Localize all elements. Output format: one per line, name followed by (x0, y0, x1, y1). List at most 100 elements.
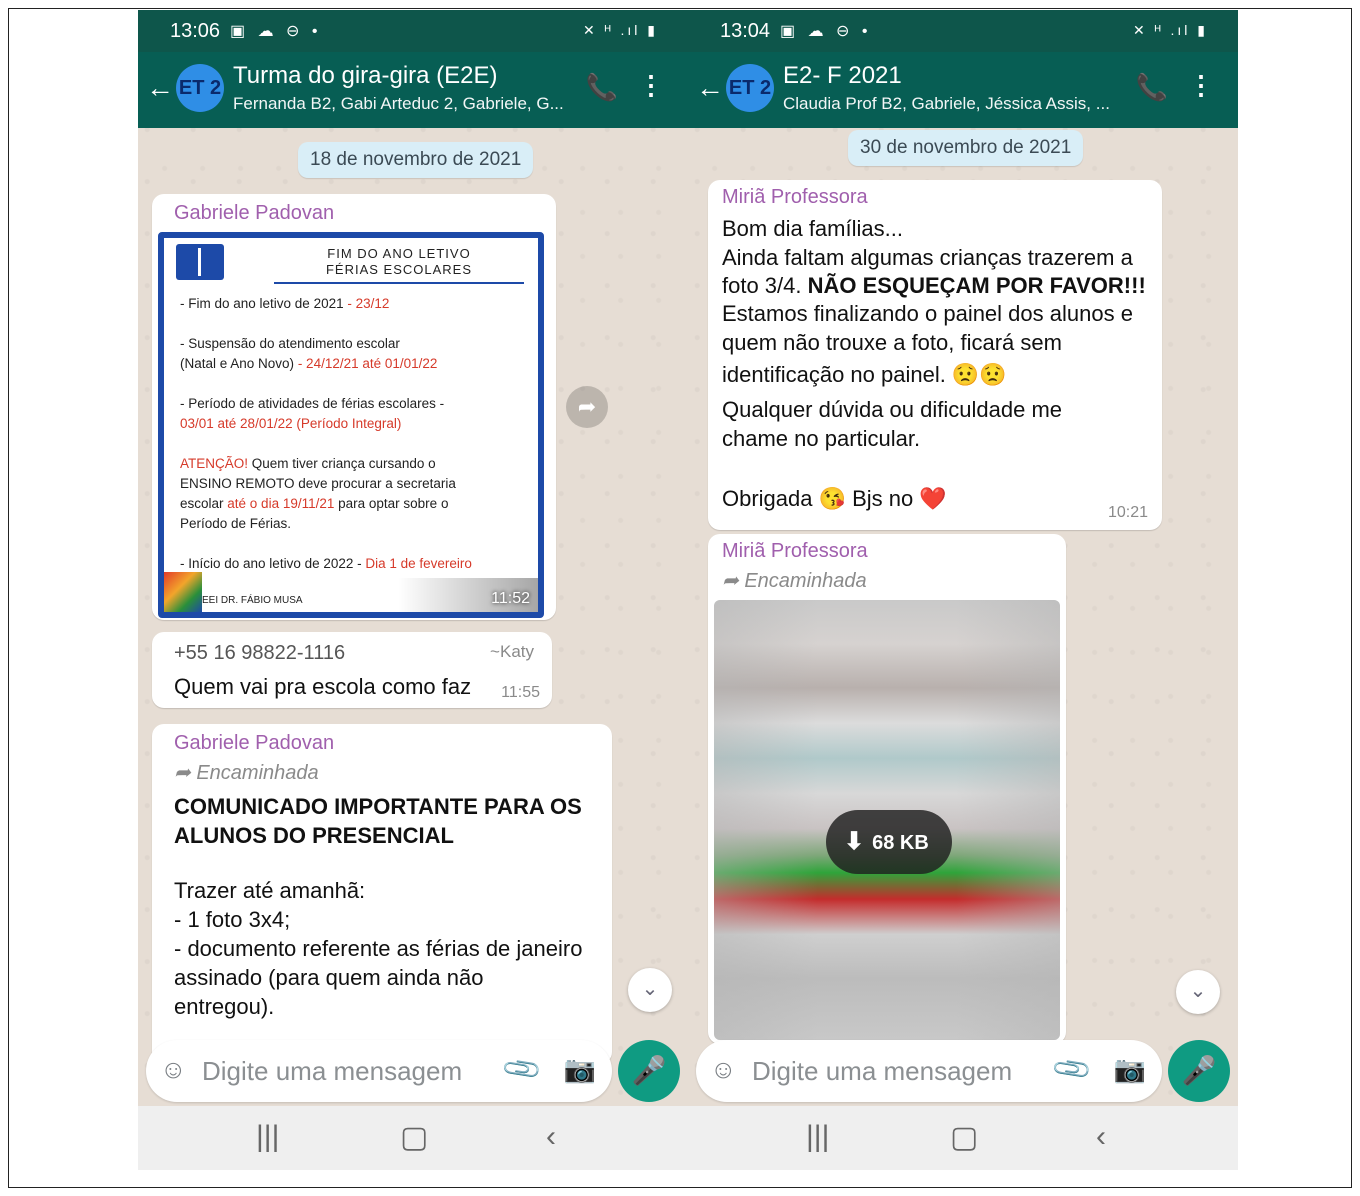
message-line: chame no particular. (722, 426, 921, 451)
message-time: 11:55 (501, 684, 540, 701)
poster-title-line: FÉRIAS ESCOLARES (325, 262, 473, 277)
status-icons-right: ✕ ᴴ .ıl ▮ (1133, 22, 1208, 38)
chat-title[interactable]: E2- F 2021 (783, 62, 902, 90)
poster-line: - Início do ano letivo de 2022 - Dia 1 d… (180, 556, 472, 571)
back-arrow-icon[interactable]: ← (696, 72, 724, 104)
message-line: foto 3/4. NÃO ESQUEÇAM POR FAVOR!!! (722, 273, 1146, 298)
avatar-label: ET 2 (178, 77, 222, 99)
chat-title[interactable]: Turma do gira-gira (E2E) (233, 62, 498, 90)
home-icon[interactable]: ▢ (950, 1120, 978, 1155)
message-line: Ainda faltam algumas crianças trazerem a (722, 245, 1133, 270)
sender-phone[interactable]: +55 16 98822-1116 (174, 642, 345, 665)
poster-line: - Fim do ano letivo de 2021 - 23/12 (180, 296, 390, 311)
more-options-icon[interactable]: ⋮ (638, 70, 664, 101)
back-arrow-icon[interactable]: ← (146, 72, 174, 104)
poster-footer: EEI DR. FÁBIO MUSA (202, 595, 303, 606)
message-bubble-text[interactable]: Gabriele Padovan ➦ Encaminhada COMUNICAD… (152, 724, 612, 1064)
poster-line: - Período de atividades de férias escola… (180, 396, 445, 411)
message-sender[interactable]: Gabriele Padovan (174, 202, 334, 225)
avatar-label: ET 2 (728, 77, 772, 99)
forwarded-label: ➦ Encaminhada (722, 570, 867, 592)
message-line: Bom dia famílias... (722, 216, 903, 241)
camera-icon[interactable]: 📷 (564, 1054, 596, 1085)
mic-button[interactable]: 🎤 (1168, 1040, 1230, 1102)
book-logo-icon (176, 244, 224, 280)
sender-name: ~Katy (490, 642, 534, 661)
status-icons-left: ▣ ☁ ⊖ • (230, 23, 322, 40)
message-input[interactable] (752, 1056, 1042, 1086)
emoji-icon[interactable]: ☺ (160, 1054, 187, 1085)
status-icons-left: ▣ ☁ ⊖ • (780, 23, 872, 40)
poster-line: (Natal e Ano Novo) - 24/12/21 até 01/01/… (180, 356, 438, 371)
message-bold-text: COMUNICADO IMPORTANTE PARA OS ALUNOS DO … (174, 794, 582, 848)
emoji-icon[interactable]: ☺ (710, 1054, 737, 1085)
status-time: 13:04 (720, 20, 771, 42)
poster-line: ATENÇÃO! Quem tiver criança cursando o (180, 456, 436, 471)
attach-icon[interactable]: 📎 (1049, 1047, 1094, 1092)
date-chip: 18 de novembro de 2021 (298, 142, 534, 178)
date-chip: 30 de novembro de 2021 (848, 130, 1084, 166)
poster-line: 03/01 até 28/01/22 (Período Integral) (180, 416, 402, 431)
message-time: 11:52 (491, 590, 530, 607)
message-line: quem não trouxe a foto, ficará sem (722, 330, 1062, 355)
recent-apps-icon[interactable]: ||| (256, 1120, 279, 1154)
attach-icon[interactable]: 📎 (499, 1047, 544, 1092)
phone-left: 13:06 ▣ ☁ ⊖ • ✕ ᴴ .ıl ▮ ← ET 2 Turma do … (138, 10, 688, 1170)
message-bubble-image[interactable]: Miriã Professora ➦ Encaminhada ⬇ 68 KB (708, 534, 1066, 1044)
status-bar: 13:06 ▣ ☁ ⊖ • ✕ ᴴ .ıl ▮ (138, 10, 688, 52)
recent-apps-icon[interactable]: ||| (806, 1120, 829, 1154)
home-icon[interactable]: ▢ (400, 1120, 428, 1155)
poster-line: Período de Férias. (180, 516, 292, 531)
message-sender[interactable]: Miriã Professora (722, 540, 868, 563)
blurred-image-attachment[interactable]: ⬇ 68 KB (714, 600, 1060, 1040)
download-button[interactable]: ⬇ 68 KB (826, 810, 952, 874)
file-size: 68 KB (872, 832, 929, 854)
chat-header: ← ET 2 E2- F 2021 Claudia Prof B2, Gabri… (688, 52, 1238, 128)
nav-back-icon[interactable]: ‹ (546, 1120, 556, 1154)
message-composer: ☺ 📎 📷 (696, 1040, 1162, 1102)
status-bar: 13:04 ▣ ☁ ⊖ • ✕ ᴴ .ıl ▮ (688, 10, 1238, 52)
chat-participants[interactable]: Claudia Prof B2, Gabriele, Jéssica Assis… (783, 94, 1110, 114)
message-text: Quem vai pra escola como faz (174, 674, 472, 699)
poster-line: ENSINO REMOTO deve procurar a secretaria (180, 476, 456, 491)
forward-icon: ➦ (722, 570, 739, 592)
poster-title-line: FIM DO ANO LETIVO (327, 246, 471, 261)
message-sender[interactable]: Gabriele Padovan (174, 732, 334, 755)
scroll-down-icon[interactable]: ⌄ (628, 968, 672, 1012)
group-avatar[interactable]: ET 2 (176, 64, 224, 112)
status-time: 13:06 (170, 20, 221, 42)
camera-icon[interactable]: 📷 (1114, 1054, 1146, 1085)
message-sender[interactable]: Miriã Professora (722, 186, 868, 209)
poster-line: - Suspensão do atendimento escolar (180, 336, 400, 351)
message-bubble-text[interactable]: Miriã Professora Bom dia famílias... Ain… (708, 180, 1162, 530)
message-bubble-image[interactable]: Gabriele Padovan FIM DO ANO LETIVO FÉRIA… (152, 194, 556, 620)
add-call-icon[interactable]: 📞 (1136, 72, 1168, 103)
mic-button[interactable]: 🎤 (618, 1040, 680, 1102)
nav-back-icon[interactable]: ‹ (1096, 1120, 1106, 1154)
school-logo (164, 572, 202, 612)
poster-title: FIM DO ANO LETIVO FÉRIAS ESCOLARES (274, 246, 524, 284)
message-time: 10:21 (1107, 504, 1148, 521)
system-nav-bar: ||| ▢ ‹ (688, 1106, 1238, 1170)
image-attachment[interactable]: FIM DO ANO LETIVO FÉRIAS ESCOLARES - Fim… (158, 232, 544, 618)
status-icons-right: ✕ ᴴ .ıl ▮ (583, 22, 658, 38)
add-call-icon[interactable]: 📞 (586, 72, 618, 103)
message-line: identificação no painel. 😟😟 (722, 362, 1007, 387)
chat-participants[interactable]: Fernanda B2, Gabi Arteduc 2, Gabriele, G… (233, 94, 564, 114)
message-line: Qualquer dúvida ou dificuldade me (722, 397, 1063, 422)
message-input[interactable] (202, 1056, 492, 1086)
group-avatar[interactable]: ET 2 (726, 64, 774, 112)
more-options-icon[interactable]: ⋮ (1188, 70, 1214, 101)
poster-line: escolar até o dia 19/11/21 para optar so… (180, 496, 449, 511)
poster-header: FIM DO ANO LETIVO FÉRIAS ESCOLARES (164, 238, 538, 288)
phone-right: 13:04 ▣ ☁ ⊖ • ✕ ᴴ .ıl ▮ ← ET 2 E2- F 202… (688, 10, 1238, 1170)
scroll-down-icon[interactable]: ⌄ (1176, 970, 1220, 1014)
message-composer: ☺ 📎 📷 (146, 1040, 612, 1102)
message-line: Estamos finalizando o painel dos alunos … (722, 301, 1133, 326)
chat-header: ← ET 2 Turma do gira-gira (E2E) Fernanda… (138, 52, 688, 128)
message-bubble-text[interactable]: +55 16 98822-1116 ~Katy Quem vai pra esc… (152, 632, 552, 708)
forward-icon[interactable]: ➦ (566, 386, 608, 428)
download-arrow-icon: ⬇ (844, 828, 865, 855)
forward-icon: ➦ (174, 762, 191, 784)
message-text: Trazer até amanhã: - 1 foto 3x4; - docum… (174, 878, 583, 1019)
